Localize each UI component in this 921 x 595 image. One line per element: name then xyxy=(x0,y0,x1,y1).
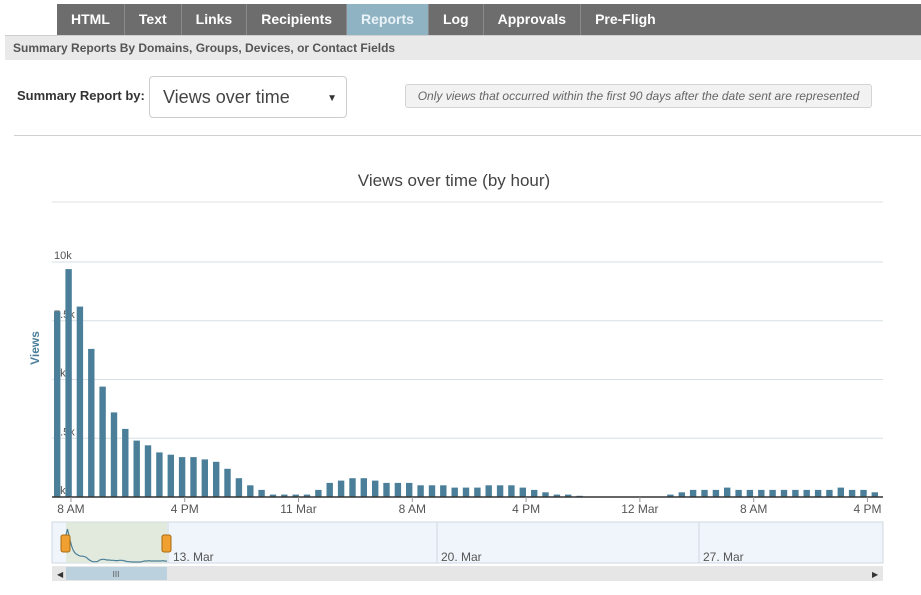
bar[interactable] xyxy=(65,269,72,497)
bar[interactable] xyxy=(406,482,413,497)
bar[interactable] xyxy=(451,487,458,497)
navigator-handle-left[interactable] xyxy=(60,534,71,553)
scroll-left-icon[interactable]: ◀ xyxy=(57,570,64,579)
tab-list: HTML Text Links Recipients Reports Log Approva… xyxy=(57,4,675,35)
x-tick-label: 12 Mar xyxy=(621,502,658,516)
summary-report-label: Summary Report by: xyxy=(17,88,145,103)
navigator-label: 27. Mar xyxy=(703,550,744,564)
bar[interactable] xyxy=(167,454,174,497)
x-tick-label: 4 PM xyxy=(853,502,881,516)
grip-icon: III xyxy=(113,570,120,579)
grid-lines xyxy=(52,261,883,439)
views-over-time-chart: Views over time (by hour) 0k2.5k5k7.5k10… xyxy=(28,171,884,581)
summary-report-select[interactable]: Views over time ▼ xyxy=(149,76,347,118)
bar[interactable] xyxy=(190,457,197,497)
bar[interactable] xyxy=(133,440,140,497)
bar[interactable] xyxy=(689,489,697,497)
scroll-right-icon[interactable]: ▶ xyxy=(872,570,879,579)
navigator[interactable]: 13. Mar 20. Mar 27. Mar xyxy=(51,521,884,564)
x-tick-label: 8 AM xyxy=(399,502,426,516)
bar[interactable] xyxy=(110,412,118,497)
bar[interactable] xyxy=(383,482,390,497)
x-tick-label: 8 AM xyxy=(57,502,84,516)
navigator-label: 13. Mar xyxy=(173,550,214,564)
bar[interactable] xyxy=(54,311,61,497)
bar[interactable] xyxy=(735,489,742,497)
bar[interactable] xyxy=(122,428,129,497)
bar[interactable] xyxy=(826,489,833,497)
divider xyxy=(14,135,921,136)
bar-series xyxy=(54,269,878,498)
bar[interactable] xyxy=(792,489,799,497)
navigator-handle-right[interactable] xyxy=(161,534,172,553)
bar[interactable] xyxy=(372,480,379,497)
scrollbar-track[interactable] xyxy=(52,566,883,581)
bar[interactable] xyxy=(496,485,504,498)
x-tick-label: 4 PM xyxy=(171,502,199,516)
summary-report-selected-value: Views over time xyxy=(163,87,290,107)
tab-bar: HTML Text Links Recipients Reports Log Approva… xyxy=(0,0,921,36)
bar[interactable] xyxy=(360,478,367,497)
bar[interactable] xyxy=(508,485,515,498)
caret-down-icon: ▼ xyxy=(327,93,337,104)
bar[interactable] xyxy=(213,461,220,498)
bar[interactable] xyxy=(701,489,708,497)
bar[interactable] xyxy=(462,487,470,497)
tab-reports[interactable]: Reports xyxy=(347,4,429,35)
bar[interactable] xyxy=(326,482,333,497)
bar[interactable] xyxy=(394,482,402,497)
bar[interactable] xyxy=(144,445,152,497)
y-tick-label: 10k xyxy=(54,250,72,262)
bar[interactable] xyxy=(712,489,720,497)
tab-approvals[interactable]: Approvals xyxy=(484,4,582,35)
navigator-selection[interactable] xyxy=(66,522,167,563)
bar[interactable] xyxy=(860,489,867,497)
x-tick-label: 4 PM xyxy=(512,502,540,516)
x-tick-label: 11 Mar xyxy=(280,502,316,516)
navigator-label: 20. Mar xyxy=(441,550,482,564)
tab-text[interactable]: Text xyxy=(125,4,182,35)
bar[interactable] xyxy=(724,487,731,497)
bar[interactable] xyxy=(337,480,345,497)
bar[interactable] xyxy=(758,489,765,497)
y-axis-label: Views xyxy=(28,331,42,365)
sub-header: Summary Reports By Domains, Groups, Devi… xyxy=(5,35,921,60)
bar[interactable] xyxy=(235,478,243,497)
bar[interactable] xyxy=(156,452,163,497)
bar[interactable] xyxy=(837,487,844,497)
bar[interactable] xyxy=(440,485,447,498)
bar[interactable] xyxy=(417,485,424,498)
bar[interactable] xyxy=(803,489,810,497)
bar[interactable] xyxy=(88,348,95,497)
x-tick-label: 8 AM xyxy=(740,502,767,516)
views-window-note: Only views that occurred within the firs… xyxy=(405,84,872,108)
bar[interactable] xyxy=(178,457,186,497)
bar[interactable] xyxy=(247,485,254,498)
scrollbar[interactable]: III ◀ ▶ xyxy=(52,566,883,581)
bar[interactable] xyxy=(780,489,788,497)
bar[interactable] xyxy=(201,459,208,497)
bar[interactable] xyxy=(428,485,436,498)
bar[interactable] xyxy=(349,478,356,497)
bar[interactable] xyxy=(769,489,776,497)
bar[interactable] xyxy=(848,489,856,497)
bar[interactable] xyxy=(258,489,265,497)
tab-bar-fill xyxy=(655,4,921,35)
bar[interactable] xyxy=(474,487,481,497)
bar[interactable] xyxy=(531,489,538,497)
tab-html[interactable]: HTML xyxy=(57,4,125,35)
x-axis-ticks: 8 AM 4 PM 11 Mar 8 AM 4 PM 12 Mar 8 AM 4 PM xyxy=(57,497,881,516)
bar[interactable] xyxy=(76,306,84,497)
bar[interactable] xyxy=(485,485,492,498)
bar[interactable] xyxy=(315,489,322,497)
bar[interactable] xyxy=(224,468,231,497)
bar[interactable] xyxy=(519,487,526,497)
tab-recipients[interactable]: Recipients xyxy=(247,4,348,35)
chart-title: Views over time (by hour) xyxy=(358,171,550,190)
bar[interactable] xyxy=(99,386,106,497)
tab-links[interactable]: Links xyxy=(182,4,248,35)
tab-log[interactable]: Log xyxy=(429,4,484,35)
bar[interactable] xyxy=(746,489,754,497)
bar[interactable] xyxy=(814,489,822,497)
